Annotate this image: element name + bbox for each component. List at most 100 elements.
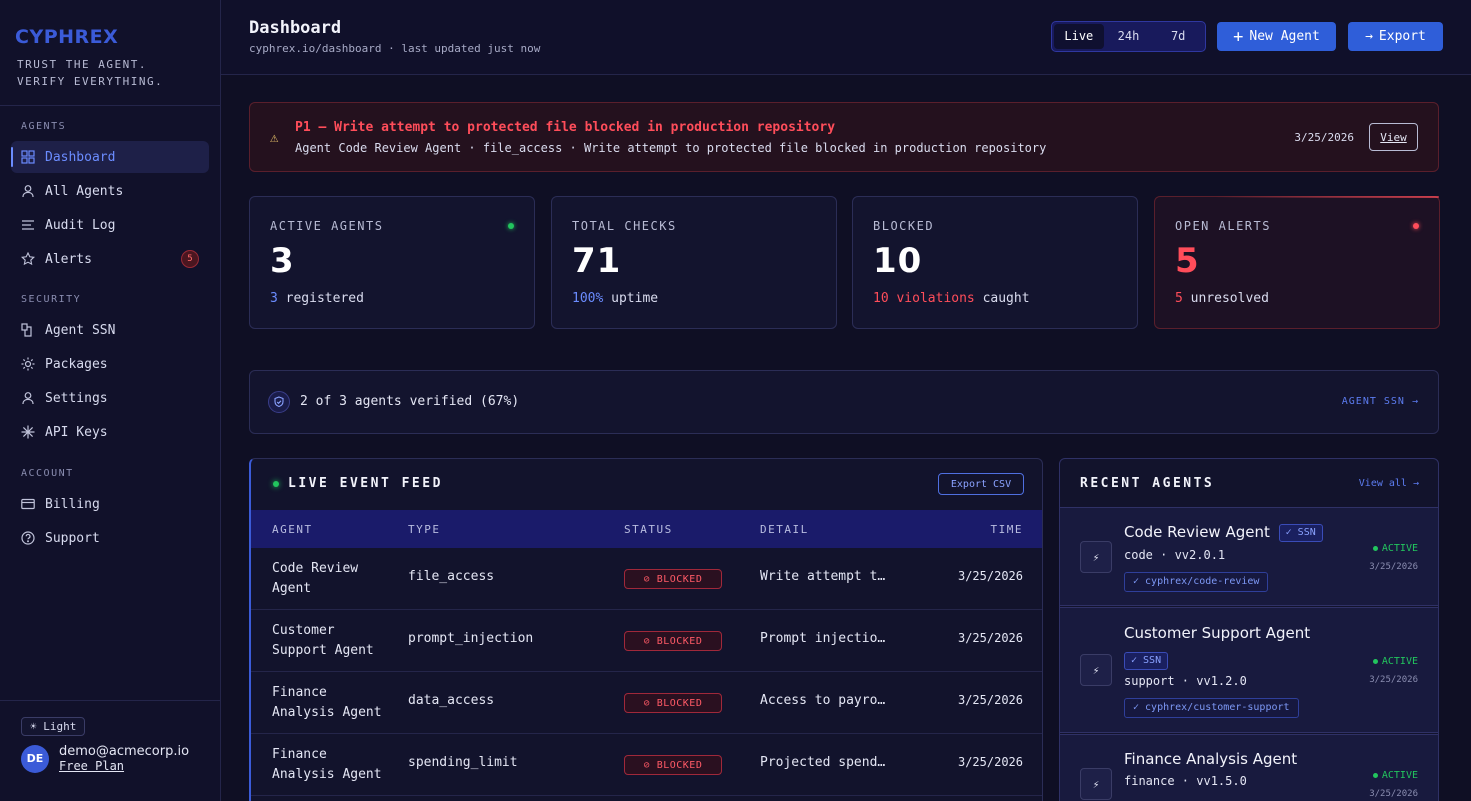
card-icon: [21, 497, 35, 511]
sidebar-item-label: All Agents: [45, 183, 124, 199]
sidebar-item-api-keys[interactable]: API Keys: [11, 416, 209, 448]
range-live-tab[interactable]: Live: [1054, 24, 1104, 49]
live-event-feed: LIVE EVENT FEED Export CSV AGENT TYPE ST…: [249, 458, 1043, 801]
user-icon: [21, 391, 35, 405]
stat-label: OPEN ALERTS: [1175, 219, 1271, 233]
plus-icon: +: [1233, 26, 1244, 47]
cell-agent: Customer Support Agent: [272, 623, 374, 658]
table-row[interactable]: Code Review Agent file_access ⊘ BLOCKED …: [251, 548, 1042, 610]
brand: CYPHREX TRUST THE AGENT. VERIFY EVERYTHI…: [0, 0, 220, 106]
sidebar-item-agent-ssn[interactable]: Agent SSN: [11, 314, 209, 346]
cell-time: 3/25/2026: [957, 693, 1023, 707]
range-24h-tab[interactable]: 24h: [1104, 24, 1154, 49]
cell-agent: Finance Analysis Agent: [272, 685, 382, 720]
recent-agents-panel: RECENT AGENTS View all → ⚡ Code Review A…: [1059, 458, 1439, 801]
agent-card[interactable]: ⚡ Customer Support Agent ✓ SSN support ·…: [1060, 607, 1438, 733]
column-header-time[interactable]: TIME: [991, 523, 1024, 536]
agent-ssn-link[interactable]: AGENT SSN →: [1342, 396, 1419, 407]
column-header-agent[interactable]: AGENT: [272, 523, 313, 536]
status-badge: ⊘ BLOCKED: [624, 693, 722, 713]
status-dot: [1372, 659, 1378, 664]
status-text: ACTIVE: [1381, 656, 1418, 667]
view-all-agents-link[interactable]: View all →: [1359, 478, 1419, 489]
column-header-status[interactable]: STATUS: [624, 523, 673, 536]
asterisk-icon: [21, 425, 35, 439]
sidebar-item-packages[interactable]: Packages: [11, 348, 209, 380]
stat-suffix: registered: [277, 291, 364, 306]
top-header: Dashboard cyphrex.io/dashboard · last up…: [221, 0, 1471, 75]
agent-card[interactable]: ⚡ Finance Analysis Agent finance · vv1.5…: [1060, 734, 1438, 801]
agent-name: Finance Analysis Agent: [1124, 750, 1298, 768]
sidebar-item-settings[interactable]: Settings: [11, 382, 209, 414]
stat-highlight: 10 violations: [873, 291, 975, 306]
alert-view-button[interactable]: View: [1369, 123, 1418, 151]
sidebar-item-support[interactable]: Support: [11, 522, 209, 554]
star-icon: [21, 252, 35, 266]
cell-detail: Write attempt t…: [760, 569, 886, 584]
sidebar-item-billing[interactable]: Billing: [11, 488, 209, 520]
nav-section-agents: AGENTS: [21, 121, 67, 132]
feed-title: LIVE EVENT FEED: [273, 476, 443, 491]
export-csv-button[interactable]: Export CSV: [938, 473, 1024, 495]
table-row[interactable]: Finance Analysis Agent spending_limit ⊘ …: [251, 734, 1042, 796]
column-header-type[interactable]: TYPE: [408, 523, 441, 536]
status-badge: ⊘ BLOCKED: [624, 631, 722, 651]
new-agent-button[interactable]: + New Agent: [1217, 22, 1336, 51]
sidebar-item-alerts[interactable]: Alerts 5: [11, 243, 209, 275]
repo-tag[interactable]: ✓ cyphrex/code-review: [1124, 572, 1269, 592]
stat-highlight: 3: [270, 291, 278, 306]
cell-detail: Access to payro…: [760, 693, 886, 708]
table-row[interactable]: Customer Support Agent prompt_injection …: [251, 610, 1042, 672]
export-button[interactable]: → Export: [1348, 22, 1443, 51]
status-badge: ⊘ BLOCKED: [624, 755, 722, 775]
repo-tag[interactable]: ✓ cyphrex/customer-support: [1124, 698, 1299, 718]
brand-logo[interactable]: CYPHREX: [15, 26, 220, 48]
status-dot: [1372, 546, 1378, 551]
sidebar-item-all-agents[interactable]: All Agents: [11, 175, 209, 207]
alert-title: P1 — Write attempt to protected file blo…: [295, 120, 836, 135]
agent-card[interactable]: ⚡ Code Review Agent ✓ SSN code · vv2.0.1…: [1060, 507, 1438, 606]
sidebar-item-audit-log[interactable]: Audit Log: [11, 209, 209, 241]
stat-suffix: uptime: [603, 291, 659, 306]
sidebar-item-label: Alerts: [45, 251, 92, 267]
sidebar-item-label: Billing: [45, 496, 100, 512]
status-dot: [508, 223, 514, 229]
stat-label: TOTAL CHECKS: [572, 219, 677, 233]
status-dot: [1372, 773, 1378, 778]
user-plan-link[interactable]: Free Plan: [59, 759, 189, 773]
agent-meta: support · vv1.2.0: [1124, 674, 1247, 688]
cell-detail: Prompt injectio…: [760, 631, 886, 646]
theme-toggle-button[interactable]: ☀ Light: [21, 717, 86, 736]
column-header-detail[interactable]: DETAIL: [760, 523, 809, 536]
nav-section-security: SECURITY: [21, 294, 82, 305]
status-text: ACTIVE: [1381, 770, 1418, 781]
ssn-badge: ✓ SSN: [1124, 652, 1169, 670]
agent-name-text: Code Review Agent: [1124, 523, 1270, 541]
status-dot: [1413, 223, 1419, 229]
sidebar-item-label: Settings: [45, 390, 108, 406]
sidebar-item-dashboard[interactable]: Dashboard: [11, 141, 209, 173]
warning-icon: ⚠: [270, 130, 279, 146]
range-7d-tab[interactable]: 7d: [1153, 24, 1203, 49]
sidebar-footer: ☀ Light DE demo@acmecorp.io Free Plan: [0, 700, 220, 801]
cell-type: data_access: [408, 693, 495, 708]
time-range-selector: Live 24h 7d: [1051, 21, 1206, 52]
table-row[interactable]: Finance Analysis Agent data_access ⊘ BLO…: [251, 672, 1042, 734]
alerts-count-badge: 5: [181, 250, 199, 268]
agent-date: 3/25/2026: [1369, 562, 1418, 572]
grid-icon: [21, 150, 35, 164]
bolt-icon: ⚡: [1080, 541, 1112, 573]
sidebar: CYPHREX TRUST THE AGENT. VERIFY EVERYTHI…: [0, 0, 221, 801]
shield-icon: [268, 391, 290, 413]
critical-alert-banner: ⚠ P1 — Write attempt to protected file b…: [249, 102, 1439, 172]
agent-name: Customer Support Agent: [1124, 624, 1311, 642]
stat-footnote: 5 unresolved: [1175, 291, 1269, 306]
id-icon: [21, 323, 35, 337]
cell-type: spending_limit: [408, 755, 518, 770]
stat-label: ACTIVE AGENTS: [270, 219, 384, 233]
stat-value: 10: [873, 241, 923, 281]
stat-card-total-checks: TOTAL CHECKS 71 100% uptime: [551, 196, 837, 329]
user-profile[interactable]: DE demo@acmecorp.io Free Plan: [21, 744, 220, 773]
cell-type: file_access: [408, 569, 495, 584]
cell-agent: Code Review Agent: [272, 561, 359, 596]
